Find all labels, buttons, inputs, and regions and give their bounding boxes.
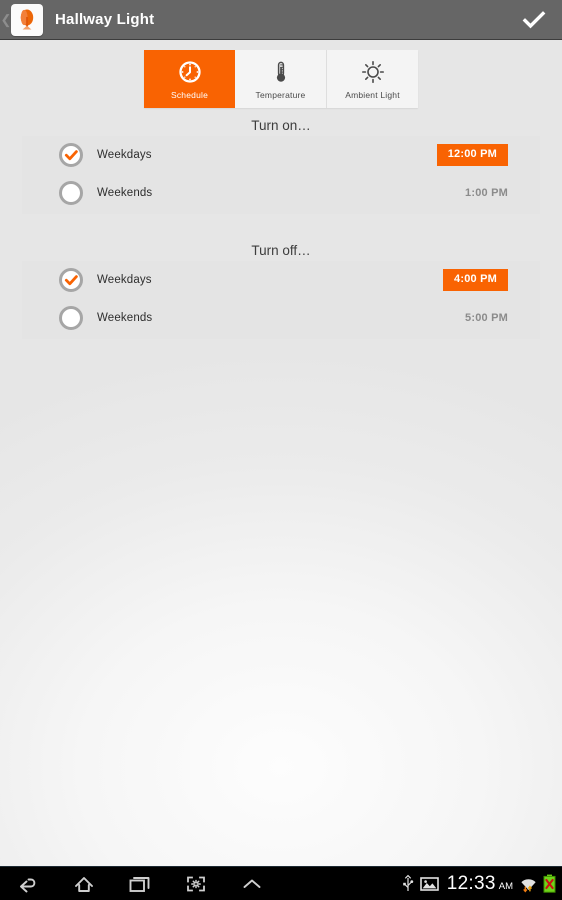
page-title: Hallway Light xyxy=(55,11,155,28)
tab-schedule[interactable]: Schedule xyxy=(144,50,235,108)
radio-unselected-icon[interactable] xyxy=(59,306,83,330)
row-label: Weekdays xyxy=(97,149,152,161)
clock-icon xyxy=(177,59,203,85)
back-icon xyxy=(20,878,36,892)
lamp-tree-icon[interactable] xyxy=(11,3,43,36)
wifi-icon xyxy=(520,875,537,893)
device-screen: ❮ Hallway Light Schedule Temperature Amb… xyxy=(0,0,562,900)
android-navigation-bar: 12:33 AM xyxy=(0,866,562,900)
table-row[interactable]: Weekdays 4:00 PM xyxy=(22,261,540,299)
table-row[interactable]: Weekends 1:00 PM xyxy=(22,174,540,212)
battery-error-icon xyxy=(543,874,556,893)
time-badge[interactable]: 12:00 PM xyxy=(436,144,508,166)
status-clock: 12:33 xyxy=(446,873,496,894)
screenshot-icon xyxy=(187,876,205,891)
row-label: Weekdays xyxy=(97,274,152,286)
nav-expand-button[interactable] xyxy=(224,867,280,900)
section-title-turn-off: Turn off… xyxy=(251,243,311,258)
chevron-up-icon xyxy=(243,879,261,888)
tab-bar: Schedule Temperature Ambient Light xyxy=(144,50,418,108)
radio-unselected-icon[interactable] xyxy=(59,181,83,205)
nav-home-button[interactable] xyxy=(56,867,112,900)
tab-ambient-light[interactable]: Ambient Light xyxy=(327,50,418,108)
row-label: Weekends xyxy=(97,312,153,324)
status-bar-icons[interactable]: 12:33 AM xyxy=(402,867,562,900)
status-clock-ampm: AM xyxy=(498,880,513,892)
time-value[interactable]: 5:00 PM xyxy=(465,312,508,324)
usb-icon xyxy=(402,874,414,894)
section-title-turn-on: Turn on… xyxy=(251,118,311,133)
confirm-button[interactable] xyxy=(506,0,562,40)
time-value[interactable]: 1:00 PM xyxy=(465,187,508,199)
schedule-card-turn-off: Weekdays 4:00 PM Weekends 5:00 PM xyxy=(22,261,540,339)
content-area: Schedule Temperature Ambient Light Turn … xyxy=(0,40,562,866)
tab-temperature[interactable]: Temperature xyxy=(235,50,327,108)
schedule-card-turn-on: Weekdays 12:00 PM Weekends 1:00 PM xyxy=(22,136,540,214)
nav-screenshot-button[interactable] xyxy=(168,867,224,900)
nav-recents-button[interactable] xyxy=(112,867,168,900)
recents-icon xyxy=(129,876,150,892)
tab-temperature-label: Temperature xyxy=(255,89,306,100)
time-badge[interactable]: 4:00 PM xyxy=(443,269,508,291)
app-bar: ❮ Hallway Light xyxy=(0,0,562,40)
radio-selected-icon[interactable] xyxy=(59,143,83,167)
table-row[interactable]: Weekends 5:00 PM xyxy=(22,299,540,337)
radio-selected-icon[interactable] xyxy=(59,268,83,292)
sun-icon xyxy=(360,59,386,85)
tab-ambient-light-label: Ambient Light xyxy=(345,89,400,100)
home-icon xyxy=(75,876,93,892)
tab-schedule-label: Schedule xyxy=(170,89,209,100)
checkmark-icon xyxy=(522,10,546,28)
nav-back-button[interactable] xyxy=(0,867,56,900)
table-row[interactable]: Weekdays 12:00 PM xyxy=(22,136,540,174)
row-label: Weekends xyxy=(97,187,153,199)
thermometer-icon xyxy=(268,59,294,85)
image-icon xyxy=(419,876,439,892)
